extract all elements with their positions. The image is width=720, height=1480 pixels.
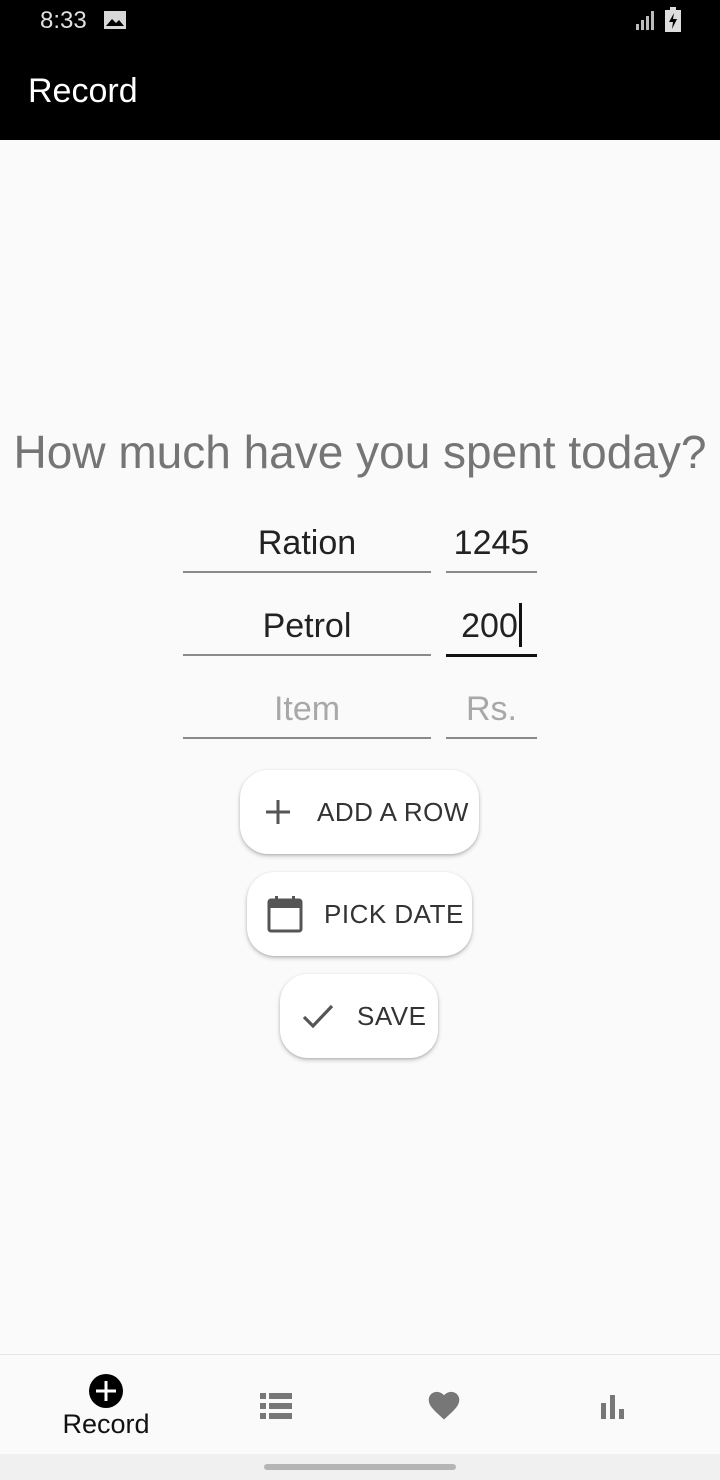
app-bar: Record [0, 42, 720, 140]
status-bar: 8:33 [0, 0, 720, 42]
signal-icon [636, 11, 654, 30]
amount-input-new[interactable]: Rs. [446, 681, 537, 739]
nav-item-favorites[interactable] [359, 1355, 529, 1455]
heart-icon [428, 1391, 460, 1420]
image-notification-icon [104, 11, 126, 29]
pick-date-label: PICK DATE [324, 898, 464, 929]
add-row-label: ADD A ROW [317, 796, 469, 827]
amount-field-1[interactable]: 1245 [446, 515, 537, 573]
bar-chart-icon [601, 1395, 624, 1419]
item-input-new[interactable]: Item [183, 681, 431, 739]
battery-charging-icon [665, 7, 681, 32]
save-button[interactable]: SAVE [280, 974, 438, 1058]
add-row-button[interactable]: ADD A ROW [240, 770, 479, 854]
status-time: 8:33 [40, 7, 87, 34]
nav-label-record: Record [62, 1409, 150, 1439]
question-heading: How much have you spent today? [13, 426, 707, 478]
item-field-2[interactable]: Petrol [183, 598, 431, 656]
amount-field-2[interactable]: 200 [446, 598, 537, 657]
text-cursor [518, 603, 522, 648]
add-circle-icon [89, 1374, 123, 1408]
nav-item-record[interactable]: Record [21, 1355, 191, 1455]
gesture-bar [0, 1454, 720, 1480]
plus-icon [266, 800, 290, 824]
pick-date-button[interactable]: PICK DATE [247, 872, 472, 956]
nav-item-stats[interactable] [528, 1355, 698, 1455]
item-field-1[interactable]: Ration [183, 515, 431, 573]
amount-field-2-value: 200 [461, 607, 518, 645]
bottom-navigation: Record [0, 1354, 720, 1455]
page-title: Record [28, 72, 138, 110]
calendar-icon [267, 896, 303, 933]
list-icon [260, 1393, 292, 1419]
check-icon [302, 1004, 334, 1029]
home-gesture-handle[interactable] [264, 1464, 456, 1470]
nav-item-list[interactable] [191, 1355, 361, 1455]
save-label: SAVE [357, 1000, 427, 1031]
